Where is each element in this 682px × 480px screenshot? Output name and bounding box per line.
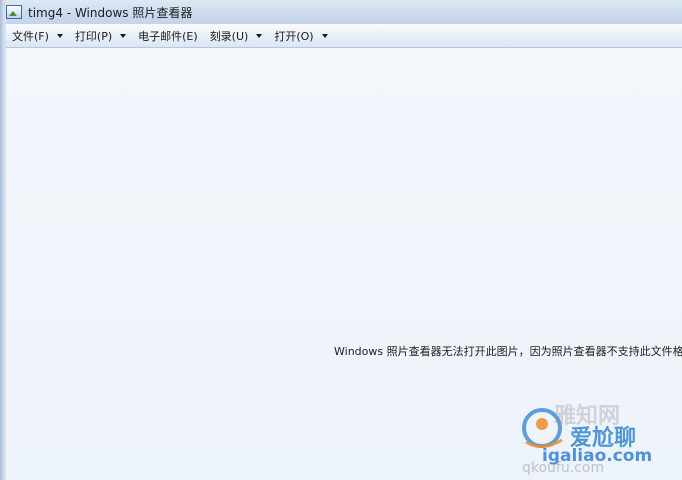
menu-email-label: 电子邮件(E) bbox=[138, 29, 198, 43]
menu-print-label: 打印(P) bbox=[74, 29, 113, 43]
chevron-down-icon bbox=[321, 33, 328, 38]
photo-viewer-icon[interactable] bbox=[6, 5, 22, 19]
menu-open-label: 打开(O) bbox=[274, 29, 314, 43]
chevron-down-icon bbox=[56, 33, 63, 38]
window-title: timg4 - Windows 照片查看器 bbox=[28, 5, 193, 20]
menu-burn[interactable]: 刻录(U) bbox=[204, 25, 269, 47]
image-viewer-area: Windows 照片查看器无法打开此图片，因为照片查看器不支持此文件格式， bbox=[6, 48, 682, 480]
menu-open[interactable]: 打开(O) bbox=[268, 25, 333, 47]
menu-file-label: 文件(F) bbox=[12, 29, 49, 43]
menu-print[interactable]: 打印(P) bbox=[69, 25, 132, 47]
menu-email[interactable]: 电子邮件(E) bbox=[132, 25, 204, 47]
menu-bar: 文件(F) 打印(P) 电子邮件(E) 刻录(U) 打开(O) bbox=[6, 24, 682, 48]
photo-viewer-window: timg4 - Windows 照片查看器 文件(F) 打印(P) 电子邮件(E… bbox=[0, 0, 682, 480]
chevron-down-icon bbox=[256, 33, 263, 38]
error-message: Windows 照片查看器无法打开此图片，因为照片查看器不支持此文件格式， bbox=[334, 345, 682, 358]
chevron-down-icon bbox=[120, 33, 127, 38]
menu-burn-label: 刻录(U) bbox=[209, 29, 249, 43]
title-bar[interactable]: timg4 - Windows 照片查看器 bbox=[0, 0, 682, 24]
menu-file[interactable]: 文件(F) bbox=[6, 25, 69, 47]
